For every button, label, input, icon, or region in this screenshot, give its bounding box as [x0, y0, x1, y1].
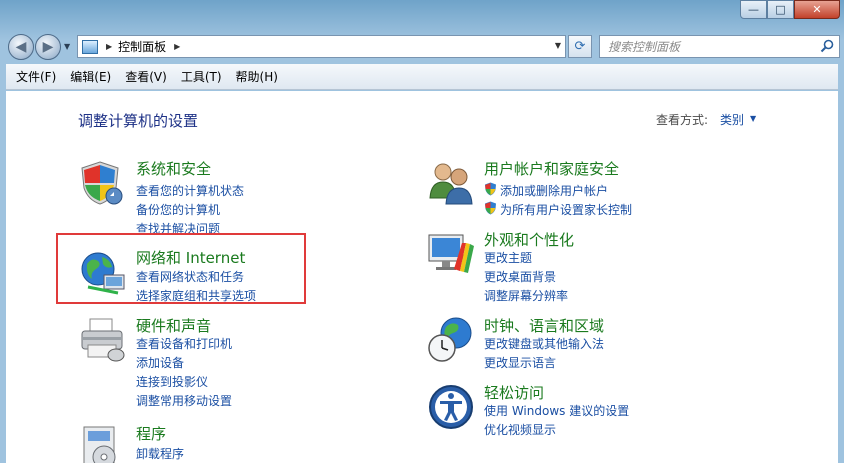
forward-button[interactable]: ▶ — [35, 34, 61, 60]
address-bar[interactable]: ▶ 控制面板 ▶ ▼ — [77, 35, 566, 58]
ease-of-access-icon[interactable] — [426, 382, 476, 432]
link-devices-printers[interactable]: 查看设备和打印机 — [136, 335, 232, 352]
link-add-device[interactable]: 添加设备 — [136, 354, 184, 371]
navigation-bar: ◀ ▶ ▼ ▶ 控制面板 ▶ ▼ ⟳ — [0, 28, 844, 64]
link-keyboard-input[interactable]: 更改键盘或其他输入法 — [484, 335, 604, 352]
category-title[interactable]: 外观和个性化 — [484, 229, 574, 250]
search-input[interactable] — [600, 36, 810, 57]
monitor-palette-icon[interactable] — [426, 229, 476, 279]
menu-bar: 文件(F) 编辑(E) 查看(V) 工具(T) 帮助(H) — [6, 64, 838, 90]
breadcrumb-separator-icon[interactable]: ▶ — [174, 42, 180, 51]
search-icon[interactable] — [820, 39, 834, 53]
category-title[interactable]: 轻松访问 — [484, 382, 544, 403]
breadcrumb-control-panel[interactable]: 控制面板 — [118, 38, 166, 55]
close-button[interactable]: ✕ — [794, 0, 840, 19]
link-display-language[interactable]: 更改显示语言 — [484, 354, 556, 371]
programs-icon[interactable] — [78, 423, 128, 463]
users-icon[interactable] — [426, 158, 476, 208]
window-frame: — □ ✕ ◀ ▶ ▼ ▶ 控制面板 ▶ ▼ ⟳ 文件(F) 编辑(E) 查看(… — [0, 0, 844, 463]
link-view-computer-status[interactable]: 查看您的计算机状态 — [136, 182, 244, 199]
view-by-select[interactable]: 类别 — [720, 111, 744, 128]
uac-shield-icon — [485, 201, 496, 215]
menu-view[interactable]: 查看(V) — [119, 66, 173, 87]
category-title[interactable]: 硬件和声音 — [136, 315, 211, 336]
view-by-label: 查看方式: — [656, 113, 709, 127]
page-title: 调整计算机的设置 — [78, 112, 199, 130]
menu-tools[interactable]: 工具(T) — [175, 66, 228, 87]
refresh-button[interactable]: ⟳ — [568, 35, 592, 58]
highlight-box — [56, 233, 306, 304]
menu-edit[interactable]: 编辑(E) — [64, 66, 117, 87]
menu-file[interactable]: 文件(F) — [10, 66, 62, 87]
link-uninstall-program[interactable]: 卸载程序 — [136, 445, 184, 462]
link-windows-recommended[interactable]: 使用 Windows 建议的设置 — [484, 402, 629, 419]
clock-globe-icon[interactable] — [426, 315, 476, 365]
link-parental-controls[interactable]: 为所有用户设置家长控制 — [500, 201, 632, 218]
printer-icon[interactable] — [78, 315, 128, 365]
link-mobility-settings[interactable]: 调整常用移动设置 — [136, 392, 232, 409]
view-by-dropdown-icon[interactable]: ▼ — [750, 114, 756, 123]
shield-icon[interactable] — [78, 158, 128, 208]
breadcrumb-separator-icon[interactable]: ▶ — [106, 42, 112, 51]
link-change-background[interactable]: 更改桌面背景 — [484, 268, 556, 285]
back-button[interactable]: ◀ — [8, 34, 34, 60]
maximize-button[interactable]: □ — [767, 0, 794, 19]
minimize-button[interactable]: — — [740, 0, 767, 19]
address-dropdown-icon[interactable]: ▼ — [555, 41, 561, 50]
search-box[interactable] — [599, 35, 840, 58]
recent-pages-dropdown-icon[interactable]: ▼ — [64, 42, 70, 51]
link-optimize-display[interactable]: 优化视频显示 — [484, 421, 556, 438]
menu-help[interactable]: 帮助(H) — [230, 66, 284, 87]
caption-buttons: — □ ✕ — [740, 0, 840, 19]
uac-shield-icon — [485, 182, 496, 196]
link-change-theme[interactable]: 更改主题 — [484, 249, 532, 266]
control-panel-icon — [82, 39, 98, 54]
category-title[interactable]: 时钟、语言和区域 — [484, 315, 604, 336]
link-add-remove-users[interactable]: 添加或删除用户帐户 — [500, 182, 608, 199]
category-title[interactable]: 用户帐户和家庭安全 — [484, 158, 619, 179]
refresh-icon: ⟳ — [574, 39, 586, 54]
link-backup-computer[interactable]: 备份您的计算机 — [136, 201, 220, 218]
category-title[interactable]: 程序 — [136, 423, 166, 444]
link-connect-projector[interactable]: 连接到投影仪 — [136, 373, 208, 390]
link-screen-resolution[interactable]: 调整屏幕分辨率 — [484, 287, 568, 304]
category-title[interactable]: 系统和安全 — [136, 158, 211, 179]
